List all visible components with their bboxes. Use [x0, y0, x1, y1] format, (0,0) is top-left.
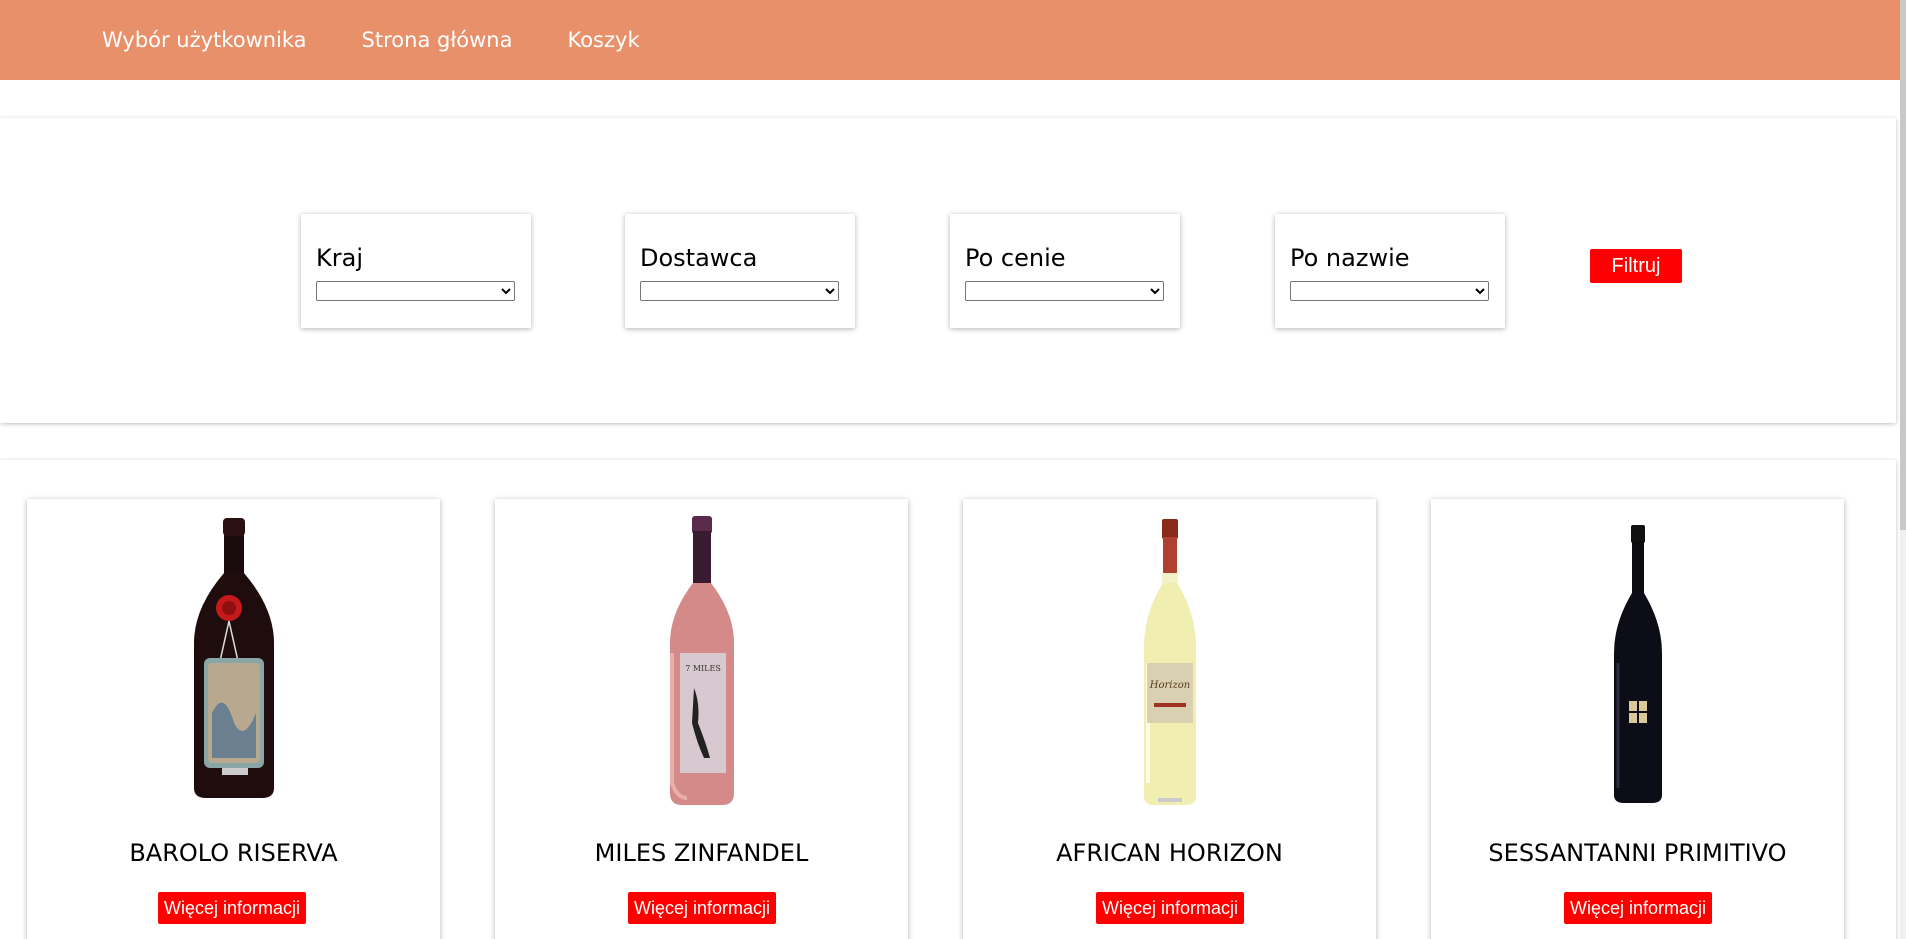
product-card: SESSANTANNI PRIMITIVO Więcej informacji	[1431, 499, 1844, 939]
filter-price-label: Po cenie	[965, 244, 1066, 272]
filter-supplier: Dostawca	[625, 214, 855, 328]
filter-supplier-label: Dostawca	[640, 244, 758, 272]
filter-country: Kraj	[301, 214, 531, 328]
filter-supplier-select[interactable]	[640, 281, 839, 301]
more-info-button[interactable]: Więcej informacji	[1564, 892, 1713, 924]
filter-name-label: Po nazwie	[1290, 244, 1410, 272]
filter-price-select[interactable]	[965, 281, 1164, 301]
rose-wine-bottle-icon: 7 MILES	[495, 513, 908, 813]
black-wine-bottle-icon	[1431, 513, 1844, 813]
more-info-button[interactable]: Więcej informacji	[158, 892, 307, 924]
svg-text:7 MILES: 7 MILES	[685, 664, 721, 673]
product-name: SESSANTANNI PRIMITIVO	[1488, 839, 1787, 867]
product-card: Horizon AFRICAN HORIZON Więcej informacj…	[963, 499, 1376, 939]
filter-country-select[interactable]	[316, 281, 515, 301]
filter-button[interactable]: Filtruj	[1590, 249, 1682, 283]
product-name: BAROLO RISERVA	[129, 839, 338, 867]
scrollbar-thumb[interactable]	[1900, 0, 1906, 530]
nav-link-cart[interactable]: Koszyk	[567, 28, 639, 52]
product-card: BAROLO RISERVA Więcej informacji	[27, 499, 440, 939]
more-info-button[interactable]: Więcej informacji	[628, 892, 777, 924]
filter-name-select[interactable]	[1290, 281, 1489, 301]
nav-link-home[interactable]: Strona główna	[362, 28, 513, 52]
filter-name: Po nazwie	[1275, 214, 1505, 328]
product-grid: BAROLO RISERVA Więcej informacji 7 MILES…	[0, 460, 1896, 939]
product-name: MILES ZINFANDEL	[594, 839, 809, 867]
filter-panel: Kraj Dostawca Po cenie Po nazwie Filtruj	[0, 118, 1896, 423]
scrollbar[interactable]	[1900, 0, 1906, 939]
filter-country-label: Kraj	[316, 244, 363, 272]
dark-red-wine-bottle-with-seal-icon	[27, 513, 440, 813]
filter-price: Po cenie	[950, 214, 1180, 328]
nav-link-user-select[interactable]: Wybór użytkownika	[102, 28, 307, 52]
white-wine-bottle-icon: Horizon	[963, 513, 1376, 813]
more-info-button[interactable]: Więcej informacji	[1096, 892, 1245, 924]
page: Wybór użytkownika Strona główna Koszyk K…	[0, 0, 1906, 939]
svg-text:Horizon: Horizon	[1148, 680, 1189, 691]
product-name: AFRICAN HORIZON	[1056, 839, 1283, 867]
top-navbar: Wybór użytkownika Strona główna Koszyk	[0, 0, 1900, 80]
product-card: 7 MILES MILES ZINFANDEL Więcej informacj…	[495, 499, 908, 939]
